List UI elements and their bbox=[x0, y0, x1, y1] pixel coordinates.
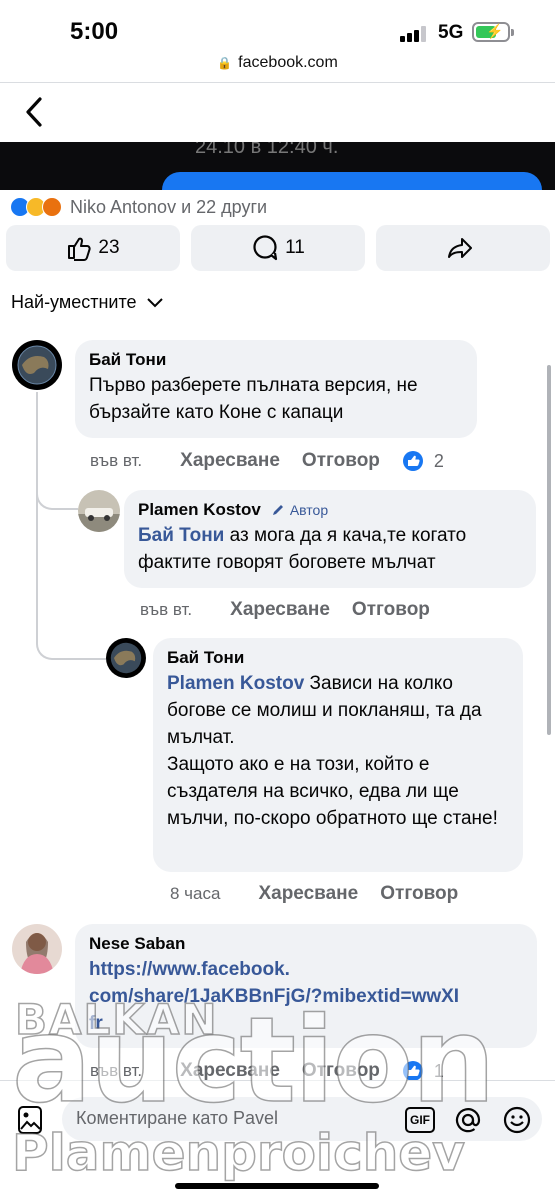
thread-connector bbox=[36, 470, 78, 510]
comment-text: Plamen Kostov Зависи на колко богове се … bbox=[167, 670, 509, 751]
like-comment-button[interactable]: Харесване bbox=[180, 1060, 280, 1082]
reactions-names: Niko Antonov и 22 други bbox=[70, 196, 268, 217]
comment-bubble: Plamen Kostov Автор Бай Тони аз мога да … bbox=[124, 490, 536, 588]
status-time: 5:00 bbox=[70, 18, 119, 45]
photo-icon[interactable] bbox=[17, 1105, 43, 1135]
comment-meta: във вт. Харесване Отговор 2 bbox=[90, 450, 444, 472]
pencil-icon bbox=[272, 505, 283, 515]
media-caption: 24.10 в 12:40 ч. bbox=[195, 142, 339, 158]
like-comment-button[interactable]: Харесване bbox=[258, 883, 358, 905]
comment-input-placeholder: Коментиране като Pavel bbox=[76, 1108, 279, 1128]
comment-meta: във вт. Харесване Отговор 1 bbox=[90, 1060, 444, 1082]
lock-icon: 🔒 bbox=[217, 56, 233, 70]
comment-bubble: Бай Тони Plamen Kostov Зависи на колко б… bbox=[153, 638, 523, 872]
commenter-name[interactable]: Nese Saban bbox=[89, 934, 523, 954]
gif-label: GIF bbox=[410, 1113, 430, 1127]
scrollbar[interactable] bbox=[547, 365, 551, 735]
avatar[interactable] bbox=[106, 638, 146, 678]
mention-link[interactable]: Бай Тони bbox=[138, 525, 224, 546]
reply-button[interactable]: Отговор bbox=[302, 1060, 380, 1082]
link-line: fr bbox=[89, 1013, 103, 1034]
sort-label: Най-уместните bbox=[11, 292, 137, 312]
comment-bubble: Nese Saban https://www.facebook. com/sha… bbox=[75, 924, 537, 1048]
like-icon bbox=[402, 1061, 423, 1081]
top-nav bbox=[0, 82, 555, 142]
comment-time[interactable]: във вт. bbox=[90, 451, 142, 471]
comment-bubble: Бай Тони Първо разберете пълната версия,… bbox=[75, 340, 477, 438]
commenter-name: Plamen Kostov Автор bbox=[138, 500, 522, 520]
post-actions: 23 11 bbox=[6, 225, 550, 271]
comment-time[interactable]: във вт. bbox=[140, 600, 192, 620]
comment-count: 11 bbox=[285, 237, 305, 258]
reaction-count: 1 bbox=[433, 1060, 444, 1081]
author-badge: Автор bbox=[271, 502, 328, 518]
reaction-count: 2 bbox=[433, 450, 444, 471]
comment-text: Първо разберете пълната версия, не бърза… bbox=[89, 375, 418, 423]
reactions-summary[interactable]: Niko Antonov и 22 други bbox=[10, 196, 267, 218]
mention-at-icon[interactable] bbox=[453, 1105, 483, 1135]
avatar[interactable] bbox=[78, 490, 120, 532]
comment-text-continued: Защото ако е на този, който е създателя … bbox=[167, 754, 498, 829]
like-icon bbox=[402, 451, 423, 471]
chevron-down-icon bbox=[146, 297, 163, 307]
comment-time[interactable]: във вт. bbox=[90, 1061, 142, 1081]
reply-button[interactable]: Отговор bbox=[380, 883, 458, 905]
comment-sort-dropdown[interactable]: Най-уместните bbox=[11, 292, 163, 313]
comment-composer: Коментиране като Pavel GIF bbox=[0, 1080, 555, 1160]
comment-reactions[interactable]: 1 bbox=[402, 1060, 444, 1082]
back-arrow-icon[interactable] bbox=[20, 95, 50, 129]
comment-button[interactable]: 11 bbox=[191, 225, 365, 271]
commenter-name-text[interactable]: Plamen Kostov bbox=[138, 500, 261, 520]
comment-link[interactable]: https://www.facebook. com/share/1JaKBBnF… bbox=[89, 956, 523, 1037]
address-bar[interactable]: 🔒 facebook.com bbox=[0, 54, 555, 72]
media-button[interactable] bbox=[162, 172, 542, 190]
like-button[interactable]: 23 bbox=[6, 225, 180, 271]
post-media-strip: 24.10 в 12:40 ч. bbox=[0, 142, 555, 190]
home-indicator[interactable] bbox=[175, 1183, 379, 1189]
angry-icon bbox=[42, 197, 62, 217]
like-comment-button[interactable]: Харесване bbox=[230, 599, 330, 621]
link-line: com/share/1JaKBBnFjG/?mibextid=wwXI bbox=[89, 986, 460, 1007]
emoji-icon[interactable] bbox=[502, 1105, 532, 1135]
thumbs-up-icon bbox=[68, 237, 92, 261]
thread-connector bbox=[36, 510, 106, 660]
share-button[interactable] bbox=[376, 225, 550, 271]
cellular-signal-icon bbox=[400, 26, 426, 42]
mention-link[interactable]: Plamen Kostov bbox=[167, 673, 304, 694]
commenter-name[interactable]: Бай Тони bbox=[167, 648, 509, 668]
comment-text: Бай Тони аз мога да я кача,те когато фак… bbox=[138, 522, 522, 576]
comment-bubble-icon bbox=[253, 235, 278, 261]
battery-icon: ⚡ bbox=[472, 22, 514, 42]
status-bar: 5:00 5G ⚡ 🔒 facebook.com bbox=[0, 0, 555, 80]
reply-button[interactable]: Отговор bbox=[302, 450, 380, 472]
comment-reactions[interactable]: 2 bbox=[402, 450, 444, 472]
comment-meta: във вт. Харесване Отговор bbox=[140, 599, 452, 621]
gif-icon[interactable]: GIF bbox=[405, 1107, 435, 1133]
url-text: facebook.com bbox=[238, 54, 338, 71]
like-count: 23 bbox=[98, 237, 120, 258]
reply-button[interactable]: Отговор bbox=[352, 599, 430, 621]
author-badge-label: Автор bbox=[289, 502, 329, 518]
avatar[interactable] bbox=[12, 924, 62, 974]
link-line: https://www.facebook. bbox=[89, 959, 290, 980]
share-arrow-icon bbox=[448, 238, 472, 258]
network-type: 5G bbox=[438, 22, 464, 43]
comment-meta: 8 часа Харесване Отговор bbox=[170, 883, 480, 905]
comment-time[interactable]: 8 часа bbox=[170, 884, 220, 904]
commenter-name[interactable]: Бай Тони bbox=[89, 350, 463, 370]
avatar[interactable] bbox=[12, 340, 62, 390]
like-comment-button[interactable]: Харесване bbox=[180, 450, 280, 472]
